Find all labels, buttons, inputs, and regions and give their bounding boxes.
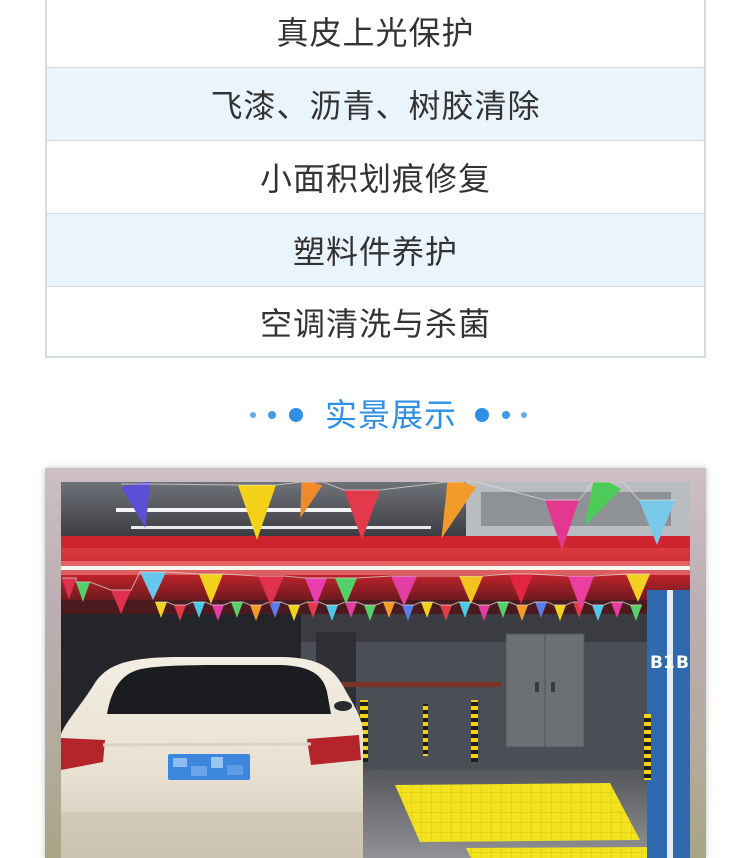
service-label: 空调清洗与杀菌 xyxy=(259,304,491,343)
hazard-post xyxy=(423,704,428,756)
red-pipe xyxy=(61,536,690,548)
pillar-edge xyxy=(667,590,673,858)
service-label: 真皮上光保护 xyxy=(276,13,475,52)
car-bumper-shade xyxy=(61,812,363,858)
ceiling-vent xyxy=(481,492,671,526)
plate-mosaic xyxy=(227,765,243,775)
service-label: 小面积划痕修复 xyxy=(259,160,491,198)
door-handle xyxy=(535,682,539,692)
service-row: 真皮上光保护 xyxy=(47,0,704,67)
service-label: 飞漆、沥青、树胶清除 xyxy=(210,87,541,125)
ceiling-light-tube xyxy=(131,526,431,529)
pillar-sign: B1 xyxy=(676,653,690,673)
service-list: 真皮上光保护 飞漆、沥青、树胶清除 小面积划痕修复 塑料件养护 空调清洗与杀菌 xyxy=(45,0,706,358)
pillar-corner-guard xyxy=(644,714,651,780)
car-rear-window xyxy=(107,665,331,714)
photo-frame: B1 B1 xyxy=(45,468,706,858)
service-row: 塑料件养护 xyxy=(47,213,704,286)
decor-dot xyxy=(475,408,489,422)
car-side-mirror xyxy=(334,701,352,711)
service-row: 空调清洗与杀菌 xyxy=(47,286,704,356)
door-handle xyxy=(551,682,555,692)
section-title: 实景展示 xyxy=(324,396,457,434)
garage-photo-illustration: B1 B1 xyxy=(61,482,690,858)
license-plate-blurred xyxy=(168,754,250,780)
plate-mosaic xyxy=(173,758,187,767)
plate-mosaic xyxy=(211,757,223,768)
service-row: 小面积划痕修复 xyxy=(47,140,704,213)
floor-marking xyxy=(466,847,657,858)
plate-mosaic xyxy=(191,766,207,776)
service-row: 飞漆、沥青、树胶清除 xyxy=(47,67,704,140)
service-label: 塑料件养护 xyxy=(292,233,458,271)
car-taillight xyxy=(307,735,361,765)
car-chrome-trim xyxy=(102,742,312,747)
light-strip xyxy=(61,566,690,570)
pillar-sign: B1 xyxy=(650,653,675,673)
decor-dot xyxy=(502,411,510,419)
decor-dot xyxy=(521,412,527,418)
decor-dot xyxy=(250,412,256,418)
decor-dot xyxy=(268,411,276,419)
showcase-photo: B1 B1 xyxy=(61,482,690,858)
floor-marking xyxy=(395,783,640,842)
ceiling-light-tube xyxy=(116,508,356,512)
hazard-post xyxy=(471,700,478,762)
parked-car xyxy=(61,657,363,858)
